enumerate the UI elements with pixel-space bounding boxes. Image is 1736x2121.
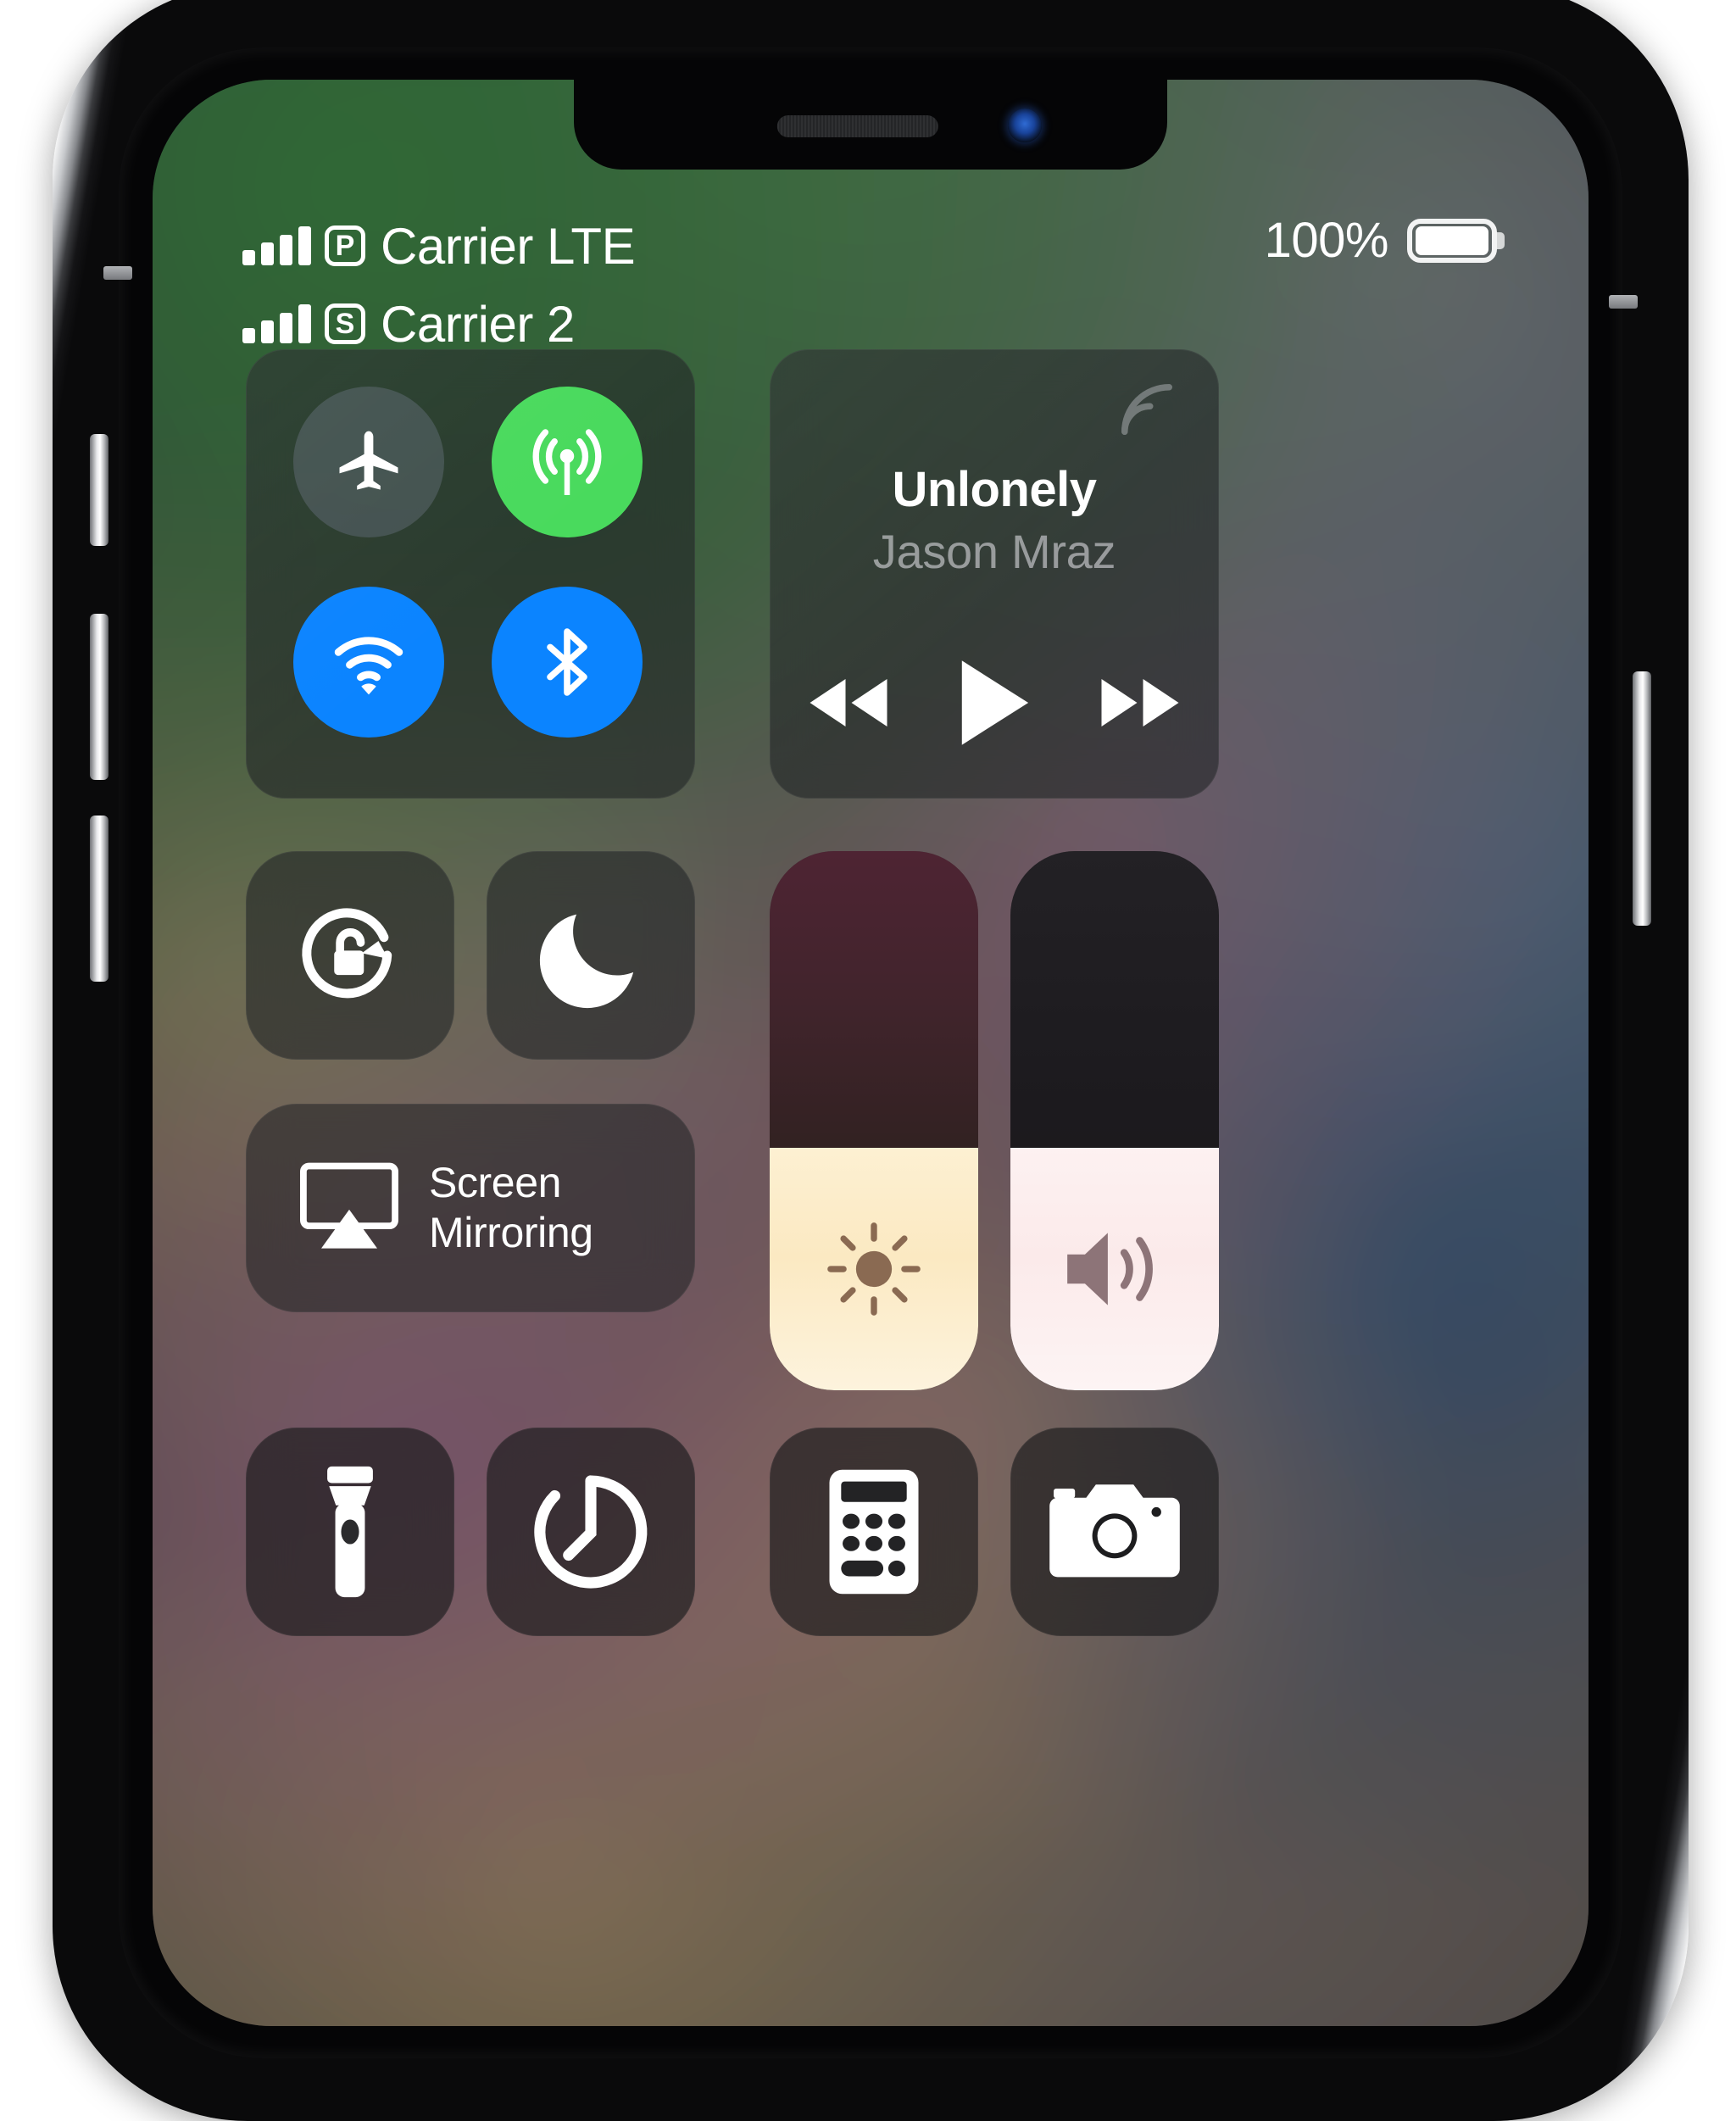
rotation-lock-button[interactable] <box>246 851 454 1060</box>
screen-mirroring-label-line1: Screen <box>429 1159 562 1206</box>
carrier-line-secondary: S Carrier 2 <box>242 285 635 363</box>
carrier-name-secondary: Carrier 2 <box>381 295 575 353</box>
now-playing-artist: Jason Mraz <box>872 525 1116 578</box>
bluetooth-toggle[interactable] <box>492 587 643 738</box>
speaker-icon <box>1067 1233 1153 1305</box>
sim-badge-secondary-icon: S <box>325 303 365 344</box>
screen-mirroring-label-line2: Mirroring <box>429 1209 593 1256</box>
earpiece-speaker-icon <box>776 115 938 137</box>
antenna-band-left <box>103 266 132 280</box>
flashlight-button[interactable] <box>246 1428 454 1636</box>
battery-fill <box>1416 225 1488 255</box>
brightness-slider[interactable] <box>770 851 978 1390</box>
front-camera-icon <box>1008 109 1042 142</box>
battery-icon <box>1407 218 1505 263</box>
battery-nub <box>1497 231 1505 249</box>
rewind-button[interactable] <box>793 656 904 749</box>
camera-icon <box>1049 1484 1180 1578</box>
iphone-device: P Carrier LTE S Carrier 2 100% Unlonely … <box>53 0 1689 2121</box>
wifi-icon <box>334 637 403 695</box>
fast-forward-icon <box>1101 679 1179 726</box>
airplay-audio-icon[interactable] <box>1109 371 1185 448</box>
cellular-data-toggle[interactable] <box>492 387 643 537</box>
volume-up-button[interactable] <box>90 614 108 780</box>
airplane-icon <box>339 431 398 490</box>
notch <box>574 80 1167 170</box>
sim-badge-primary-icon: P <box>325 225 365 266</box>
cellular-antenna-icon <box>532 429 602 495</box>
device-screen: P Carrier LTE S Carrier 2 100% Unlonely … <box>153 80 1589 2026</box>
sim-badge-letter-secondary: S <box>335 308 355 340</box>
battery-percentage: 100% <box>1264 213 1389 268</box>
airplay-screen-icon <box>300 1162 398 1249</box>
carrier-name-primary: Carrier LTE <box>381 217 636 275</box>
play-button[interactable] <box>939 656 1049 749</box>
status-bar-carriers: P Carrier LTE S Carrier 2 <box>242 207 636 363</box>
now-playing-module[interactable]: Unlonely Jason Mraz <box>770 349 1219 799</box>
airplane-mode-toggle[interactable] <box>293 387 444 537</box>
rewind-icon <box>810 679 887 726</box>
rotation-lock-icon <box>302 908 392 999</box>
now-playing-title: Unlonely <box>892 462 1097 517</box>
flashlight-icon <box>327 1466 373 1598</box>
brightness-slider-fill <box>770 1147 978 1390</box>
volume-down-button[interactable] <box>90 816 108 982</box>
status-bar-battery: 100% <box>1264 212 1505 269</box>
screen-mirroring-button[interactable]: Screen Mirroring <box>246 1104 695 1312</box>
fast-forward-button[interactable] <box>1085 656 1195 749</box>
signal-bars-icon <box>242 226 311 265</box>
volume-slider-fill <box>1010 1147 1219 1390</box>
play-icon <box>961 660 1029 745</box>
timer-button[interactable] <box>487 1428 695 1636</box>
wifi-toggle[interactable] <box>293 587 444 738</box>
sim-badge-letter: P <box>335 230 355 262</box>
camera-button[interactable] <box>1010 1428 1219 1636</box>
calculator-icon <box>829 1469 919 1595</box>
carrier-line-primary: P Carrier LTE <box>242 207 636 285</box>
status-bar: P Carrier LTE S Carrier 2 100% <box>153 207 1589 368</box>
side-button[interactable] <box>1633 671 1651 926</box>
connectivity-module <box>246 349 695 799</box>
volume-slider[interactable] <box>1010 851 1219 1390</box>
moon-icon <box>539 914 634 1009</box>
bluetooth-icon <box>547 628 587 696</box>
calculator-button[interactable] <box>770 1428 978 1636</box>
screen-mirroring-label: Screen Mirroring <box>429 1158 593 1258</box>
timer-icon <box>534 1475 648 1589</box>
sun-icon <box>827 1222 921 1316</box>
antenna-band-right <box>1609 295 1638 309</box>
signal-bars-secondary-icon <box>242 304 311 343</box>
do-not-disturb-button[interactable] <box>487 851 695 1060</box>
media-transport-controls <box>770 656 1219 749</box>
silent-switch[interactable] <box>90 434 108 546</box>
